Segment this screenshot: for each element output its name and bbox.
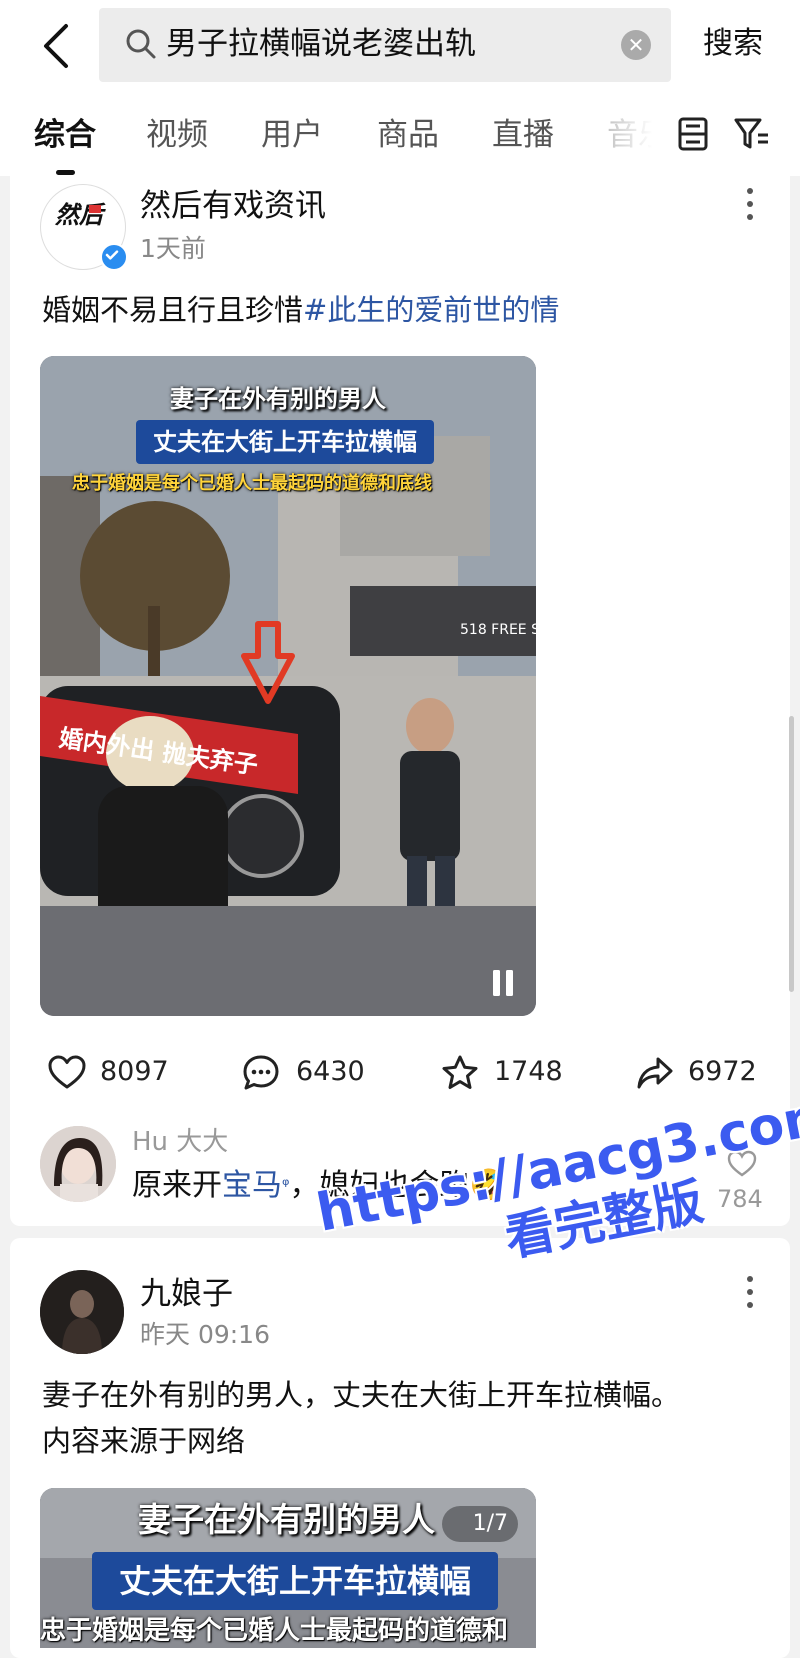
commenter-avatar-image (40, 1126, 116, 1202)
back-arrow-icon[interactable] (40, 22, 74, 70)
post-text-line: 妻子在外有别的男人，丈夫在大街上开车拉横幅。 (42, 1378, 681, 1412)
avatar-seal (89, 205, 101, 213)
comment-text-before: 原来开 (132, 1168, 222, 1203)
author-name[interactable]: 九娘子 (140, 1274, 233, 1314)
author-avatar[interactable] (40, 1270, 124, 1354)
video-caption-title: 妻子在外有别的男人 (170, 385, 386, 413)
comment-like-count: 784 (717, 1185, 763, 1213)
share-icon[interactable] (636, 1054, 674, 1092)
tab-all[interactable]: 综合 (34, 112, 96, 158)
share-count[interactable]: 6972 (688, 1054, 757, 1090)
laughing-emoji-icon: 🤣 (469, 1168, 507, 1203)
search-query-text[interactable]: 男子拉横幅说老婆出轨 (166, 22, 476, 66)
more-options-icon[interactable] (745, 1274, 755, 1310)
clear-icon[interactable]: ✕ (621, 30, 651, 60)
tab-live[interactable]: 直播 (492, 112, 554, 158)
active-tab-indicator (56, 170, 75, 175)
pause-icon[interactable] (490, 968, 516, 998)
scrollbar[interactable] (789, 716, 794, 992)
like-icon[interactable] (48, 1054, 86, 1092)
verified-icon (100, 243, 128, 271)
post-time: 1天前 (140, 234, 206, 263)
comment-link[interactable]: 宝马 (222, 1168, 282, 1203)
image-caption-title: 妻子在外有别的男人 (138, 1500, 435, 1539)
comment-like-icon[interactable] (727, 1150, 757, 1178)
comment-icon[interactable] (242, 1054, 280, 1092)
author-avatar-image (40, 1270, 124, 1354)
author-name[interactable]: 然后有戏资讯 (140, 186, 326, 226)
video-caption-sub: 忠于婚姻是每个已婚人士最起码的道德和底线 (72, 473, 432, 494)
more-options-icon[interactable] (745, 186, 755, 222)
tab-fade (600, 104, 670, 164)
list-view-icon[interactable] (678, 117, 708, 151)
tab-video[interactable]: 视频 (146, 112, 208, 158)
comment-text-after: ，媳妇也会跑 (289, 1168, 470, 1203)
tab-users[interactable]: 用户 (261, 112, 323, 158)
comment-text: 原来开宝马ᵠ，媳妇也会跑🤣 (132, 1165, 507, 1207)
post-time: 昨天 09:16 (140, 1320, 270, 1349)
image-caption-sub: 忠于婚姻是每个已婚人士最起码的道德和 (40, 1616, 509, 1646)
filter-icon[interactable] (734, 117, 770, 151)
image-caption-highlight: 丈夫在大街上开车拉横幅 (92, 1552, 498, 1610)
commenter-avatar[interactable] (40, 1126, 116, 1202)
tab-products[interactable]: 商品 (377, 112, 439, 158)
video-caption-highlight: 丈夫在大街上开车拉横幅 (136, 420, 434, 464)
hashtag-link[interactable]: #此生的爱前世的情 (303, 293, 559, 327)
post-text: 婚姻不易且行且珍惜#此生的爱前世的情 (42, 287, 559, 333)
commenter-name[interactable]: Hu 大大 (132, 1125, 228, 1159)
comment-count[interactable]: 6430 (296, 1054, 365, 1090)
video-shop-sign: 518 FREE ST (460, 622, 536, 638)
video-player[interactable]: 妻子在外有别的男人 丈夫在大街上开车拉横幅 忠于婚姻是每个已婚人士最起码的道德和… (40, 356, 536, 1016)
search-icon (126, 29, 156, 59)
favorite-count[interactable]: 1748 (494, 1054, 563, 1090)
post-text-main: 婚姻不易且行且珍惜 (42, 293, 304, 327)
image-counter: 1/7 (442, 1506, 518, 1542)
like-count[interactable]: 8097 (100, 1054, 169, 1090)
post-text-line: 内容来源于网络 (42, 1424, 246, 1458)
search-button[interactable]: 搜索 (703, 22, 763, 66)
star-icon[interactable] (441, 1054, 479, 1092)
